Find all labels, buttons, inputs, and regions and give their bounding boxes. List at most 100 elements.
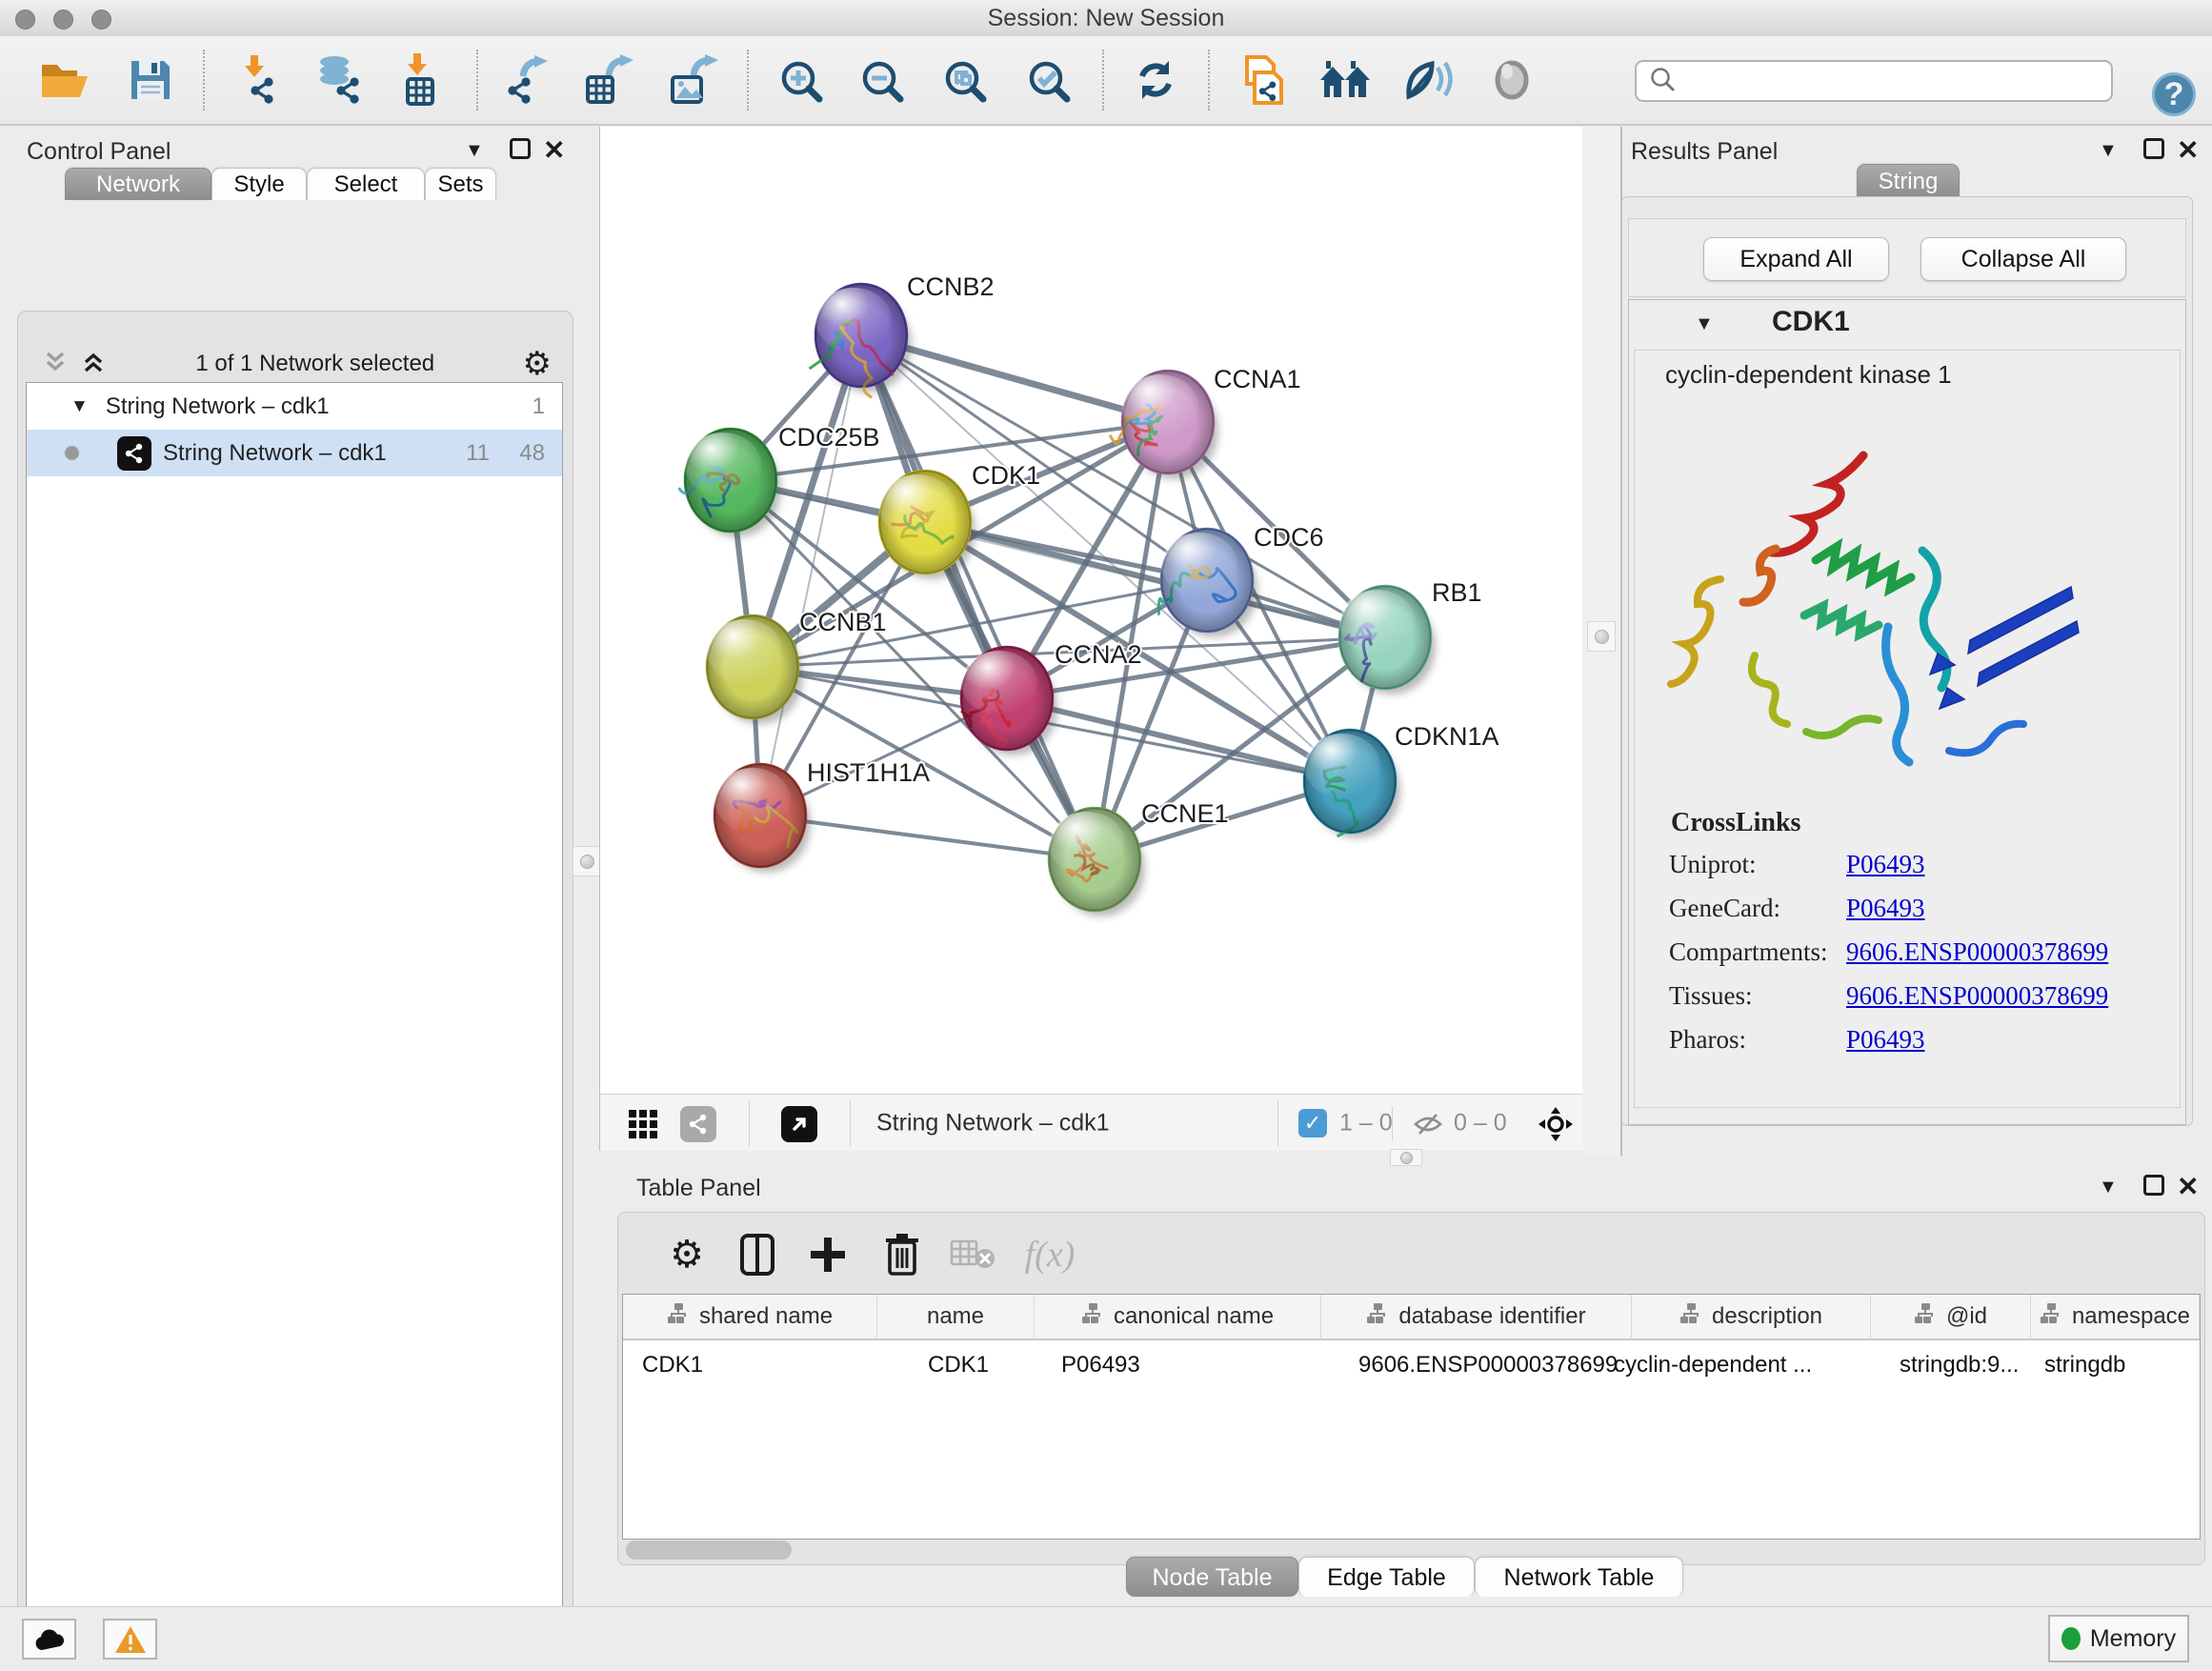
panel-menu-caret-icon[interactable]: ▼ (2099, 140, 2118, 162)
column-header-description[interactable]: description (1632, 1294, 1871, 1339)
network-canvas[interactable]: CCNB2CCNA1CDC25BCDK1CDC6RB1CCNB1CCNA2CDK… (599, 127, 1582, 1094)
network-tree-row[interactable]: String Network – cdk1 11 48 (27, 430, 562, 476)
save-session-icon[interactable] (119, 49, 182, 111)
zoom-out-icon[interactable] (850, 49, 913, 111)
import-network-icon[interactable] (228, 49, 291, 111)
tree-collapse-icon[interactable]: ▼ (70, 396, 89, 417)
memory-button[interactable]: Memory (2048, 1615, 2189, 1662)
node-table[interactable]: shared namenamecanonical namedatabase id… (622, 1294, 2201, 1540)
node-CCNE1[interactable] (1049, 808, 1145, 916)
collapse-all-networks-icon[interactable] (41, 348, 70, 381)
crosslink-value-link[interactable]: P06493 (1846, 850, 1925, 878)
columns-icon[interactable] (729, 1226, 786, 1283)
selected-nodes-checkbox-icon[interactable]: ✓ (1298, 1109, 1327, 1137)
panel-close-icon[interactable]: ✕ (2177, 134, 2199, 166)
zoom-fit-icon[interactable] (933, 49, 995, 111)
panel-close-icon[interactable]: ✕ (2177, 1171, 2199, 1202)
tab-select[interactable]: Select (307, 168, 425, 200)
network-overview-icon[interactable] (1314, 49, 1377, 111)
gene-collapse-icon[interactable]: ▼ (1695, 313, 1714, 335)
open-file-icon[interactable] (33, 49, 96, 111)
zoom-in-icon[interactable] (769, 49, 832, 111)
panel-float-icon[interactable] (2143, 138, 2164, 159)
column-header--id[interactable]: @id (1871, 1294, 2031, 1339)
export-image-icon[interactable] (663, 49, 726, 111)
table-cell[interactable]: stringdb:9... (1900, 1352, 2019, 1379)
column-header-name[interactable]: name (877, 1294, 1035, 1339)
birds-eye-navigator-icon[interactable] (1538, 1106, 1574, 1147)
import-database-icon[interactable] (308, 49, 371, 111)
export-network-icon[interactable] (498, 49, 561, 111)
tab-sets[interactable]: Sets (425, 168, 496, 200)
expand-all-networks-icon[interactable] (79, 348, 108, 381)
search-box[interactable] (1635, 60, 2113, 102)
search-icon (1648, 65, 1677, 98)
tab-node-table[interactable]: Node Table (1126, 1557, 1298, 1597)
refresh-icon[interactable] (1124, 49, 1187, 111)
node-HIST1H1A[interactable] (714, 764, 811, 873)
toolbar-separator (1208, 50, 1210, 111)
table-panel-title: Table Panel (636, 1175, 761, 1202)
column-header-database-identifier[interactable]: database identifier (1321, 1294, 1632, 1339)
tab-network-table[interactable]: Network Table (1475, 1557, 1683, 1597)
import-table-icon[interactable] (389, 49, 452, 111)
detach-view-icon[interactable] (781, 1106, 817, 1142)
duplicate-network-icon[interactable] (1230, 49, 1293, 111)
panel-float-icon[interactable] (2143, 1175, 2164, 1196)
left-splitter-handle[interactable] (573, 846, 601, 876)
tab-edge-table[interactable]: Edge Table (1298, 1557, 1475, 1597)
network-thumbnail-icon[interactable] (680, 1106, 716, 1142)
export-table-icon[interactable] (578, 49, 641, 111)
show-graphics-details-icon[interactable] (1397, 49, 1459, 111)
edge-CCNB2-HIST1H1A[interactable] (760, 335, 861, 815)
crosslink-value-link[interactable]: P06493 (1846, 1025, 1925, 1054)
network-tree-root-row[interactable]: ▼ String Network – cdk1 1 (27, 383, 562, 430)
crosslink-value-link[interactable]: P06493 (1846, 894, 1925, 922)
table-cell[interactable]: 9606.ENSP00000378699 (1358, 1352, 1618, 1379)
hide-graphics-details-icon[interactable] (1480, 49, 1543, 111)
tab-style[interactable]: Style (211, 168, 307, 200)
node-CCNA1[interactable] (1110, 371, 1218, 479)
collapse-all-button[interactable]: Collapse All (1920, 237, 2126, 281)
hidden-eye-slash-icon[interactable] (1412, 1108, 1444, 1145)
grid-view-icon[interactable] (627, 1108, 659, 1145)
node-CDKN1A[interactable] (1304, 730, 1400, 838)
crosslink-value-link[interactable]: 9606.ENSP00000378699 (1846, 981, 2108, 1010)
help-icon[interactable]: ? (2152, 72, 2196, 116)
node-CCNA2[interactable] (961, 647, 1057, 755)
crosslink-value-link[interactable]: 9606.ENSP00000378699 (1846, 937, 2108, 966)
warnings-button[interactable] (103, 1619, 157, 1660)
table-cell[interactable]: P06493 (1061, 1352, 1140, 1379)
string-results-box: Expand All Collapse All ▼ CDK1 cyclin-de… (1621, 196, 2193, 1126)
node-CDK1[interactable] (879, 471, 975, 579)
column-header-canonical-name[interactable]: canonical name (1035, 1294, 1321, 1339)
cloud-status-button[interactable] (22, 1619, 76, 1660)
table-cell[interactable]: stringdb (2044, 1352, 2125, 1379)
tab-string[interactable]: String (1857, 164, 1960, 198)
search-input[interactable] (1682, 65, 2111, 97)
scrollbar-thumb[interactable] (626, 1540, 792, 1560)
memory-label: Memory (2090, 1625, 2176, 1653)
node-RB1[interactable] (1339, 586, 1436, 695)
node-CDC25B[interactable] (679, 429, 781, 537)
gear-icon[interactable]: ⚙ (658, 1226, 715, 1283)
network-options-gear-icon[interactable]: ⚙ (523, 345, 552, 383)
panel-float-icon[interactable] (510, 138, 531, 159)
expand-all-button[interactable]: Expand All (1703, 237, 1889, 281)
add-column-icon[interactable] (799, 1226, 856, 1283)
column-header-namespace[interactable]: namespace (2031, 1294, 2200, 1339)
delete-column-icon[interactable] (874, 1226, 931, 1283)
table-cell[interactable]: cyclin-dependent ... (1614, 1352, 1812, 1379)
table-cell[interactable]: CDK1 (928, 1352, 989, 1379)
table-cell[interactable]: CDK1 (642, 1352, 703, 1379)
panel-menu-caret-icon[interactable]: ▼ (465, 140, 484, 162)
column-header-shared-name[interactable]: shared name (623, 1294, 877, 1339)
node-CCNB2[interactable] (810, 284, 912, 397)
window-title: Session: New Session (0, 0, 2212, 36)
zoom-selected-icon[interactable] (1016, 49, 1079, 111)
node-label-CDC6: CDC6 (1254, 523, 1324, 552)
tab-network[interactable]: Network (65, 168, 211, 200)
right-splitter-handle[interactable] (1587, 621, 1616, 652)
panel-menu-caret-icon[interactable]: ▼ (2099, 1177, 2118, 1198)
panel-close-icon[interactable]: ✕ (543, 134, 565, 166)
